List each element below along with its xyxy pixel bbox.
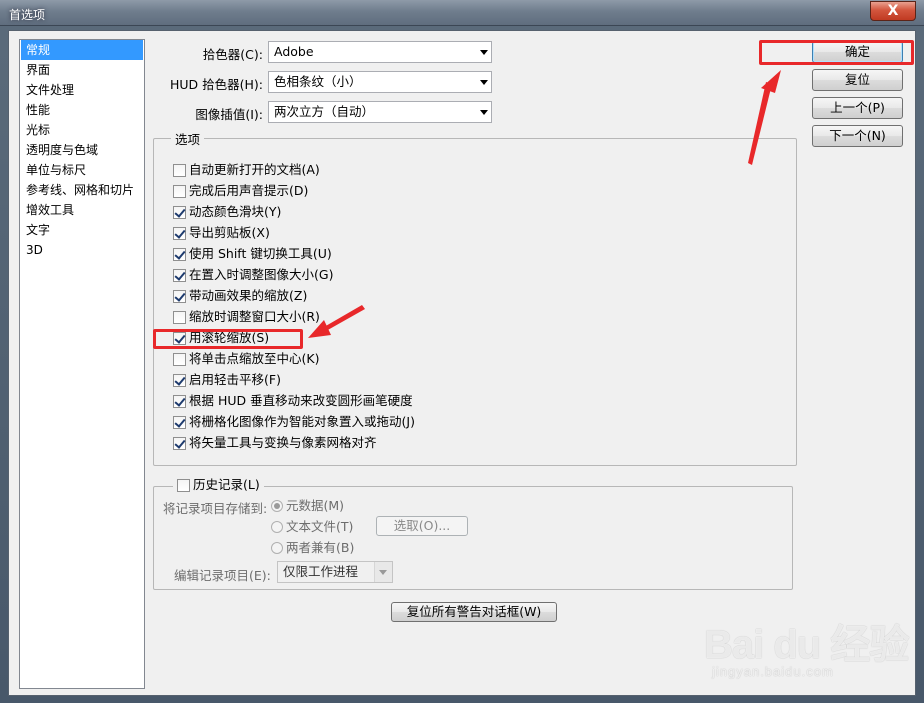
preferences-window: 首选项 X 常规 界面 文件处理 性能 光标 透明度与色域 单位与标尺 参考线、… — [0, 0, 924, 703]
arrow-to-scroll-zoom — [308, 305, 365, 338]
arrow-to-ok-button — [748, 70, 781, 165]
annotation-arrows — [308, 70, 781, 338]
